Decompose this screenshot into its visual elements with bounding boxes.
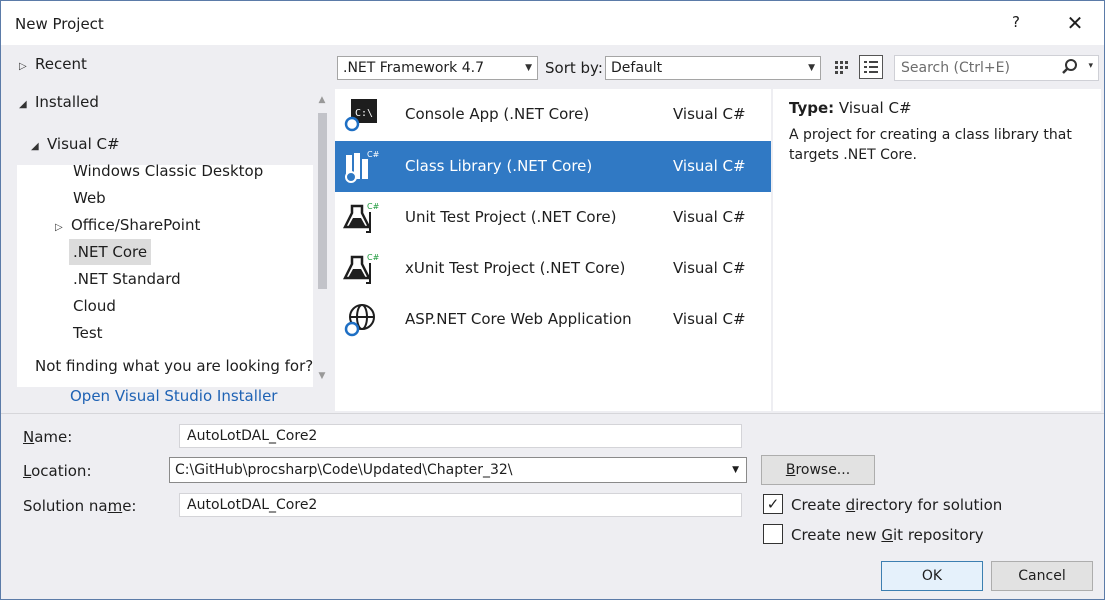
template-item-unit-test[interactable]: C# Unit Test Project (.NET Core) Visual … (335, 192, 771, 243)
framework-select-value: .NET Framework 4.7 (343, 60, 484, 76)
console-app-icon: C:\ (344, 99, 377, 132)
tree-label: Recent (35, 55, 87, 73)
svg-text:C#: C# (367, 253, 379, 262)
small-icons-view-icon[interactable] (830, 55, 854, 79)
tree-item-test[interactable]: Test (73, 320, 103, 346)
location-field[interactable]: C:\GitHub\procsharp\Code\Updated\Chapter… (169, 457, 747, 483)
svg-text:C#: C# (367, 150, 379, 159)
scroll-down-icon[interactable]: ▼ (315, 371, 329, 383)
sort-by-select[interactable]: Default ▼ (605, 56, 821, 80)
tree-item-recent[interactable]: ▷ Recent (19, 51, 87, 77)
name-field[interactable]: AutoLotDAL_Core2 (179, 424, 742, 448)
description-text: A project for creating a class library t… (789, 127, 1072, 163)
solution-name-field[interactable]: AutoLotDAL_Core2 (179, 493, 742, 517)
template-language: Visual C# (673, 208, 746, 226)
collapse-arrow-icon[interactable]: ◢ (31, 134, 47, 160)
tree-item-cloud[interactable]: Cloud (73, 293, 116, 319)
chevron-down-icon: ▼ (808, 63, 815, 73)
class-library-icon: C# (345, 150, 379, 183)
tree-item-net-core[interactable]: .NET Core (69, 239, 152, 265)
tree-scrollbar-thumb[interactable] (318, 113, 327, 289)
description-panel: Type: Visual C# A project for creating a… (773, 89, 1101, 411)
tree-item-office-sharepoint[interactable]: ▷ Office/SharePoint (55, 212, 200, 238)
create-git-label: Create new Git repository (791, 526, 984, 544)
tree-item-installed[interactable]: ◢ Installed (19, 89, 99, 115)
chevron-down-icon[interactable]: ▼ (732, 458, 739, 482)
svg-text:C:\: C:\ (355, 108, 373, 119)
tree-label: .NET Standard (73, 270, 181, 288)
tree-item-net-standard[interactable]: .NET Standard (73, 266, 181, 292)
svg-text:C#: C# (367, 202, 379, 211)
scroll-up-icon[interactable]: ▲ (315, 95, 329, 107)
location-label: Location: (23, 462, 92, 480)
tree-label: Office/SharePoint (71, 216, 201, 234)
create-directory-label: Create directory for solution (791, 496, 1003, 514)
search-placeholder: Search (Ctrl+E) (901, 60, 1010, 76)
chevron-down-icon[interactable]: ▾ (1088, 61, 1093, 71)
tree-label: Windows Classic Desktop (73, 162, 264, 180)
template-item-aspnet-core-web[interactable]: ASP.NET Core Web Application Visual C# (335, 294, 771, 345)
new-project-dialog: New Project ? ✕ ▷ Recent ◢ Installed ◢ Visu… (0, 0, 1105, 600)
help-button[interactable]: ? (1006, 13, 1026, 35)
sort-by-label: Sort by: (545, 59, 603, 77)
type-row: Type: Visual C# (789, 99, 1085, 117)
tree-label: Installed (35, 93, 99, 111)
tree-label: Web (73, 189, 106, 207)
window-title: New Project (15, 15, 104, 33)
title-bar: New Project ? ✕ (1, 1, 1104, 45)
template-name: ASP.NET Core Web Application (405, 310, 632, 328)
framework-select[interactable]: .NET Framework 4.7 ▼ (337, 56, 538, 80)
collapse-arrow-icon[interactable]: ◢ (19, 92, 35, 118)
template-item-console-app[interactable]: C:\ Console App (.NET Core) Visual C# (335, 89, 771, 140)
web-application-icon (344, 304, 375, 337)
template-name: xUnit Test Project (.NET Core) (405, 259, 626, 277)
list-view-icon[interactable] (859, 55, 883, 79)
not-finding-text: Not finding what you are looking for? (35, 357, 314, 375)
template-name: Console App (.NET Core) (405, 105, 590, 123)
tree-item-web[interactable]: Web (73, 185, 106, 211)
expand-arrow-icon[interactable]: ▷ (55, 215, 71, 241)
tree-label: Visual C# (47, 135, 120, 153)
template-list: C:\ Console App (.NET Core) Visual C# C#… (335, 89, 771, 411)
search-input[interactable]: Search (Ctrl+E) ▾ (894, 55, 1099, 81)
create-directory-checkbox[interactable]: ✓ (763, 494, 783, 514)
solution-name-label: Solution name: (23, 497, 137, 515)
tree-item-visual-csharp[interactable]: ◢ Visual C# (31, 131, 120, 157)
unit-test-icon: C# (343, 202, 379, 233)
xunit-test-icon: C# (343, 253, 379, 284)
search-icon[interactable] (1062, 58, 1078, 80)
name-label: Name: (23, 428, 73, 446)
expand-arrow-icon[interactable]: ▷ (19, 54, 35, 80)
tree-item-windows-classic-desktop[interactable]: Windows Classic Desktop (73, 158, 263, 184)
cancel-button[interactable]: Cancel (991, 561, 1093, 591)
template-name: Unit Test Project (.NET Core) (405, 208, 617, 226)
template-language: Visual C# (673, 157, 746, 175)
template-language: Visual C# (673, 310, 746, 328)
template-item-class-library[interactable]: C# Class Library (.NET Core) Visual C# (335, 141, 771, 192)
template-language: Visual C# (673, 259, 746, 277)
ok-button[interactable]: OK (881, 561, 983, 591)
close-button[interactable]: ✕ (1061, 9, 1089, 37)
browse-button[interactable]: Browse... (761, 455, 875, 485)
project-settings-form: Name: AutoLotDAL_Core2 Location: C:\GitH… (1, 413, 1104, 599)
chevron-down-icon: ▼ (525, 63, 532, 73)
tree-label: Cloud (73, 297, 116, 315)
template-language: Visual C# (673, 105, 746, 123)
tree-label: .NET Core (73, 243, 148, 261)
tree-label: Test (73, 324, 103, 342)
type-value: Visual C# (838, 99, 912, 117)
template-name: Class Library (.NET Core) (405, 157, 593, 175)
create-git-checkbox[interactable] (763, 524, 783, 544)
sort-by-value: Default (611, 60, 663, 76)
type-label: Type: (789, 99, 835, 117)
open-installer-link[interactable]: Open Visual Studio Installer (70, 387, 277, 405)
template-item-xunit-test[interactable]: C# xUnit Test Project (.NET Core) Visual… (335, 243, 771, 294)
location-value: C:\GitHub\procsharp\Code\Updated\Chapter… (175, 462, 513, 478)
